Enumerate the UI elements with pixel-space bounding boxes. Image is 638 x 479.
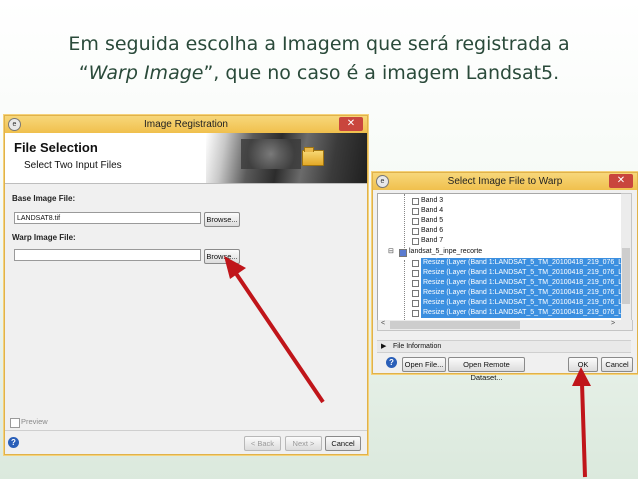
band-label: Band 5 [421, 217, 444, 224]
group-label: landsat_5_inpe_recorte [409, 248, 483, 255]
caption-emphasis: Warp Image [88, 62, 204, 84]
tree-resize-item[interactable]: Resize (Layer (Band 1:LANDSAT_5_TM_20100… [378, 288, 622, 298]
band-icon [412, 260, 419, 267]
cancel-button[interactable]: Cancel [601, 357, 633, 372]
scroll-thumb[interactable] [622, 248, 630, 304]
tree-resize-item[interactable]: Resize (Layer (Band 1:LANDSAT_5_TM_20100… [378, 298, 622, 308]
file-tree[interactable]: Band 3 Band 4 Band 5 Band 6 Band 7 ⊟ lan… [377, 193, 623, 322]
expand-arrow-icon: ▶ [381, 343, 387, 350]
base-browse-button[interactable]: Browse... [204, 212, 240, 227]
scroll-right-icon[interactable]: > [611, 320, 615, 327]
select-window-title: Select Image File to Warp [447, 176, 563, 187]
file-selection-header: File Selection Select Two Input Files [5, 133, 367, 184]
tree-band-item[interactable]: Band 4 [378, 206, 622, 216]
folder-icon [302, 147, 324, 166]
tree-resize-item[interactable]: Resize (Layer (Band 1:LANDSAT_5_TM_20100… [378, 258, 622, 268]
tree-resize-item[interactable]: Resize (Layer (Band 1:LANDSAT_5_TM_20100… [378, 268, 622, 278]
resize-label: Resize (Layer (Band 1:LANDSAT_5_TM_20100… [421, 268, 622, 278]
tree-group-item[interactable]: ⊟ landsat_5_inpe_recorte [378, 247, 622, 257]
horizontal-scrollbar[interactable]: < > [377, 320, 633, 331]
resize-label: Resize (Layer (Band 1:LANDSAT_5_TM_20100… [421, 298, 622, 308]
select-warp-file-window: e Select Image File to Warp ✕ Band 3 Ban… [372, 172, 638, 382]
warp-image-label: Warp Image File: [12, 233, 76, 242]
base-image-label: Base Image File: [12, 194, 76, 203]
tree-band-item[interactable]: Band 5 [378, 216, 622, 226]
header-title: File Selection [14, 140, 98, 155]
slide-caption: Em seguida escolha a Imagem que será reg… [0, 30, 638, 88]
tree-band-item[interactable]: Band 6 [378, 226, 622, 236]
base-image-field[interactable]: LANDSAT8.tif [14, 212, 201, 224]
resize-label: Resize (Layer (Band 1:LANDSAT_5_TM_20100… [421, 278, 622, 288]
band-label: Band 7 [421, 237, 444, 244]
band-label: Band 6 [421, 227, 444, 234]
app-icon: e [8, 118, 21, 131]
header-subtitle: Select Two Input Files [24, 160, 122, 171]
footer-divider [5, 430, 367, 431]
raster-group-icon [399, 249, 407, 257]
back-button[interactable]: < Back [244, 436, 281, 451]
band-icon [412, 270, 419, 277]
band-icon [412, 238, 419, 245]
resize-label: Resize (Layer (Band 1:LANDSAT_5_TM_20100… [421, 308, 622, 318]
caption-line-1: Em seguida escolha a Imagem que será reg… [68, 33, 570, 55]
close-icon[interactable]: ✕ [609, 174, 633, 188]
registration-title-bar[interactable]: e Image Registration ✕ [5, 116, 367, 133]
warp-browse-button[interactable]: Browse... [204, 249, 240, 264]
arrow-to-ok [572, 367, 591, 478]
band-icon [412, 208, 419, 215]
banner-texture [241, 139, 301, 169]
band-label: Band 4 [421, 207, 444, 214]
tree-resize-item[interactable]: Resize (Layer (Band 1:LANDSAT_5_TM_20100… [378, 278, 622, 288]
file-info-label: File Information [393, 343, 442, 350]
close-icon[interactable]: ✕ [339, 117, 363, 131]
resize-label: Resize (Layer (Band 1:LANDSAT_5_TM_20100… [421, 288, 622, 298]
file-information-toggle[interactable]: ▶ File Information [377, 340, 631, 353]
vertical-scrollbar[interactable] [621, 193, 632, 322]
image-registration-window: e Image Registration ✕ File Selection Se… [4, 115, 368, 455]
caption-line-2: “Warp Image”, que no caso é a imagem Lan… [0, 59, 638, 88]
open-file-button[interactable]: Open File... [402, 357, 446, 372]
app-icon: e [376, 175, 389, 188]
band-icon [412, 310, 419, 317]
resize-label: Resize (Layer (Band 1:LANDSAT_5_TM_20100… [421, 258, 622, 268]
warp-image-field[interactable] [14, 249, 201, 261]
band-icon [412, 300, 419, 307]
help-icon[interactable]: ? [386, 357, 397, 368]
band-icon [412, 228, 419, 235]
preview-label: Preview [21, 417, 48, 426]
collapse-icon[interactable]: ⊟ [388, 247, 394, 257]
band-icon [412, 290, 419, 297]
next-button[interactable]: Next > [285, 436, 322, 451]
cancel-button[interactable]: Cancel [325, 436, 361, 451]
help-icon[interactable]: ? [8, 437, 19, 448]
open-remote-dataset-button[interactable]: Open Remote Dataset... [448, 357, 525, 382]
scroll-left-icon[interactable]: < [381, 320, 385, 327]
select-title-bar[interactable]: e Select Image File to Warp ✕ [373, 173, 637, 190]
ok-button[interactable]: OK [568, 357, 598, 372]
preview-checkbox[interactable] [10, 418, 20, 428]
registration-window-title: Image Registration [144, 119, 228, 130]
tree-band-item[interactable]: Band 3 [378, 196, 622, 206]
caption-quote-open: “ [78, 62, 89, 84]
satellite-image-banner [206, 133, 367, 183]
tree-resize-item[interactable]: Resize (Layer (Band 1:LANDSAT_5_TM_20100… [378, 308, 622, 318]
band-icon [412, 218, 419, 225]
scroll-thumb[interactable] [390, 321, 520, 329]
tree-band-item[interactable]: Band 7 [378, 236, 622, 246]
caption-line-2-rest: ”, que no caso é a imagem Landsat5. [203, 62, 560, 84]
band-icon [412, 280, 419, 287]
band-icon [412, 198, 419, 205]
band-label: Band 3 [421, 197, 444, 204]
